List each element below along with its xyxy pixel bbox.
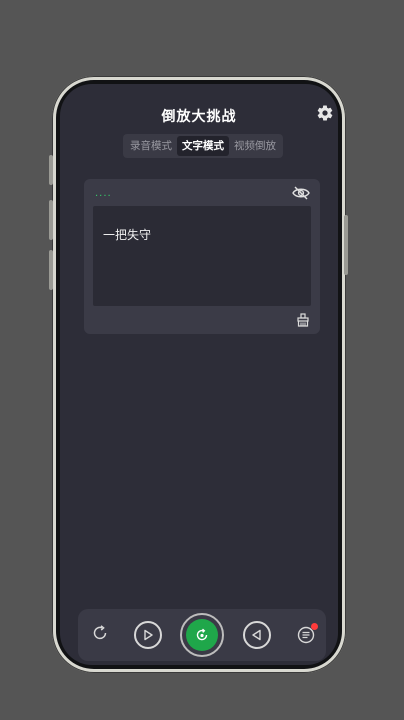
page-title: 倒放大挑战 (161, 109, 237, 125)
text-card: .... 一把失守 (84, 179, 320, 334)
list-button[interactable] (290, 609, 322, 661)
side-button-left-1 (49, 155, 53, 185)
tab-text-mode[interactable]: 文字模式 (177, 136, 229, 156)
record-button[interactable] (180, 609, 224, 661)
tab-video-reverse[interactable]: 视频倒放 (229, 136, 281, 156)
replay-button[interactable] (84, 609, 116, 661)
side-button-left-2 (49, 200, 53, 240)
list-icon (297, 623, 318, 644)
app-screen: 倒放大挑战 录音模式 文字模式 视频倒放 .... 一把失守 (60, 84, 338, 665)
side-button-left-3 (49, 250, 53, 290)
text-indicator-dots: .... (95, 188, 112, 199)
tab-recording-mode[interactable]: 录音模式 (125, 136, 177, 156)
reverse-text: 一把失守 (103, 228, 152, 242)
gear-icon[interactable] (314, 104, 336, 126)
side-button-right (344, 215, 348, 275)
play-button[interactable] (132, 609, 164, 661)
text-display-area[interactable]: 一把失守 (93, 206, 311, 306)
record-icon (180, 613, 224, 657)
notification-badge (311, 623, 318, 630)
eraser-icon[interactable] (296, 312, 310, 327)
refresh-icon (91, 624, 109, 646)
play-icon (134, 621, 162, 649)
bottom-toolbar (78, 609, 326, 661)
mode-tabs: 录音模式 文字模式 视频倒放 (123, 134, 283, 158)
reverse-play-button[interactable] (241, 609, 273, 661)
eye-off-icon[interactable] (292, 185, 310, 200)
reverse-play-icon (243, 621, 271, 649)
